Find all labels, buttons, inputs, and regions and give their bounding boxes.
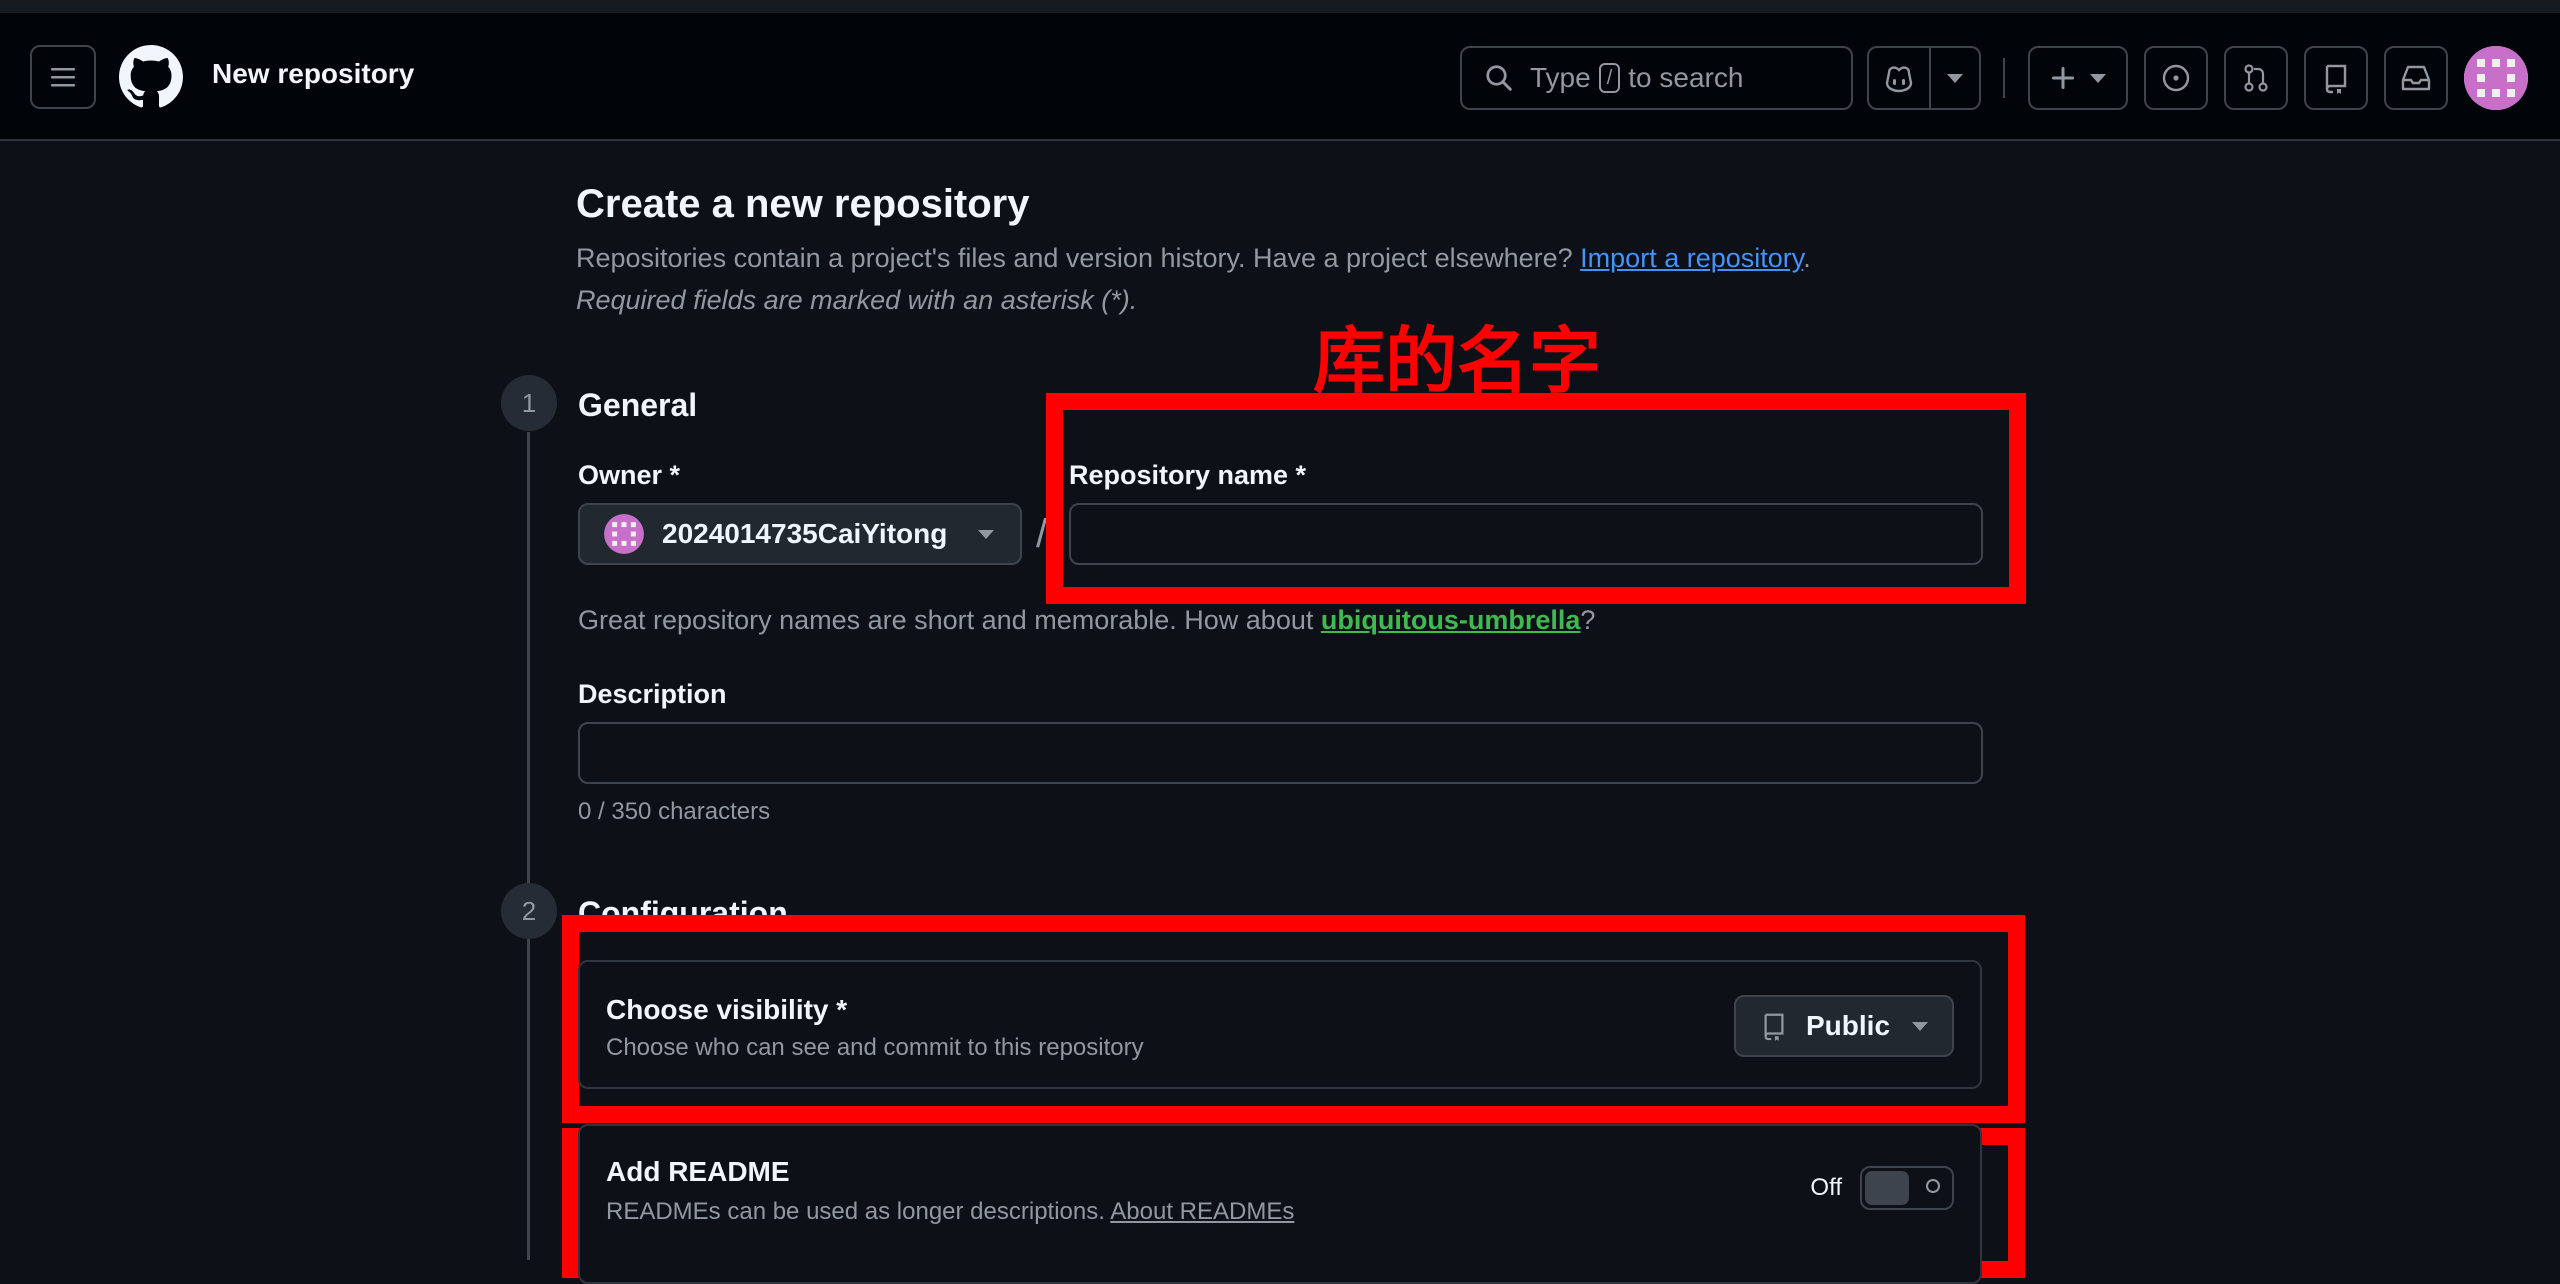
readme-description-text: READMEs can be used as longer descriptio… xyxy=(606,1198,1105,1225)
annotation-label: 库的名字 xyxy=(1313,322,1602,402)
required-fields-note: Required fields are marked with an aster… xyxy=(576,285,1138,315)
subtitle-text: Repositories contain a project's files a… xyxy=(576,243,1573,273)
description-character-counter: 0 / 350 characters xyxy=(578,798,771,825)
visibility-title: Choose visibility * xyxy=(606,994,848,1025)
chevron-down-icon xyxy=(1912,1021,1928,1031)
steps-timeline xyxy=(527,432,530,1260)
readme-card: Add README READMEs can be used as longer… xyxy=(578,1124,1982,1284)
copilot-button[interactable] xyxy=(1867,46,1931,110)
step-number-1: 1 xyxy=(501,375,557,431)
repositories-button[interactable] xyxy=(2304,46,2368,110)
pull-request-icon xyxy=(2244,64,2268,92)
description-input[interactable] xyxy=(578,722,1983,784)
hint-end: ? xyxy=(1580,605,1596,635)
readme-toggle-label: Off xyxy=(1810,1174,1842,1201)
general-heading: General xyxy=(578,387,698,423)
readme-title: Add README xyxy=(606,1156,790,1187)
search-icon xyxy=(1486,65,1512,91)
hamburger-menu-icon xyxy=(51,68,75,87)
owner-name: 2024014735CaiYitong xyxy=(662,518,948,549)
inbox-icon xyxy=(2401,65,2431,91)
github-logo-icon[interactable] xyxy=(119,45,183,109)
readme-description: READMEs can be used as longer descriptio… xyxy=(606,1198,1294,1226)
hint-text: Great repository names are short and mem… xyxy=(578,605,1314,635)
copilot-icon xyxy=(1885,66,1913,93)
page-heading: Create a new repository xyxy=(576,182,1030,226)
subtitle-period: . xyxy=(1803,243,1811,273)
repo-icon xyxy=(1764,1013,1784,1041)
owner-select[interactable]: 2024014735CaiYitong xyxy=(578,503,1022,565)
readme-toggle[interactable] xyxy=(1860,1166,1954,1210)
owner-label: Owner * xyxy=(578,460,681,490)
issues-button[interactable] xyxy=(2144,46,2208,110)
search-shortcut-key: / xyxy=(1598,63,1621,93)
search-placeholder-end: to search xyxy=(1628,62,1744,93)
toggle-off-icon xyxy=(1926,1179,1940,1193)
search-placeholder-start: Type xyxy=(1530,62,1591,93)
page-title[interactable]: New repository xyxy=(212,58,414,90)
menu-button[interactable] xyxy=(30,45,96,109)
description-label: Description xyxy=(578,679,727,709)
visibility-select[interactable]: Public xyxy=(1734,995,1954,1057)
suggested-name-link[interactable]: ubiquitous-umbrella xyxy=(1321,605,1581,635)
step-number-2: 2 xyxy=(501,883,557,939)
owner-avatar xyxy=(604,514,644,554)
copilot-menu-button[interactable] xyxy=(1929,46,1981,110)
pull-requests-button[interactable] xyxy=(2224,46,2288,110)
annotation-box-repo-name xyxy=(1046,393,2026,604)
import-repository-link[interactable]: Import a repository xyxy=(1580,243,1803,273)
top-navigation-bar: New repository Type / to search xyxy=(0,0,2560,141)
visibility-description: Choose who can see and commit to this re… xyxy=(606,1034,1144,1061)
issue-opened-icon xyxy=(2162,64,2190,92)
chevron-down-icon xyxy=(1947,73,1963,83)
plus-icon xyxy=(2052,67,2074,89)
repository-name-input[interactable] xyxy=(1069,503,1983,565)
page-subtitle: Repositories contain a project's files a… xyxy=(576,243,1811,274)
window-top-strip xyxy=(0,0,2560,13)
visibility-value: Public xyxy=(1806,1010,1891,1041)
chevron-down-icon xyxy=(978,529,994,539)
header-divider xyxy=(2003,58,2005,98)
about-readmes-link[interactable]: About READMEs xyxy=(1110,1198,1294,1225)
repository-name-hint: Great repository names are short and mem… xyxy=(578,605,1595,636)
search-input[interactable]: Type / to search xyxy=(1460,46,1853,110)
repository-name-label: Repository name * xyxy=(1069,460,1307,490)
toggle-knob xyxy=(1865,1171,1909,1205)
user-avatar[interactable] xyxy=(2464,46,2528,110)
readme-toggle-group: Off xyxy=(1810,1166,1954,1210)
create-new-button[interactable] xyxy=(2028,46,2128,110)
visibility-card: Choose visibility * Choose who can see a… xyxy=(578,960,1982,1089)
chevron-down-icon xyxy=(2090,73,2106,83)
notifications-inbox-button[interactable] xyxy=(2384,46,2448,110)
repo-icon xyxy=(2325,64,2347,94)
